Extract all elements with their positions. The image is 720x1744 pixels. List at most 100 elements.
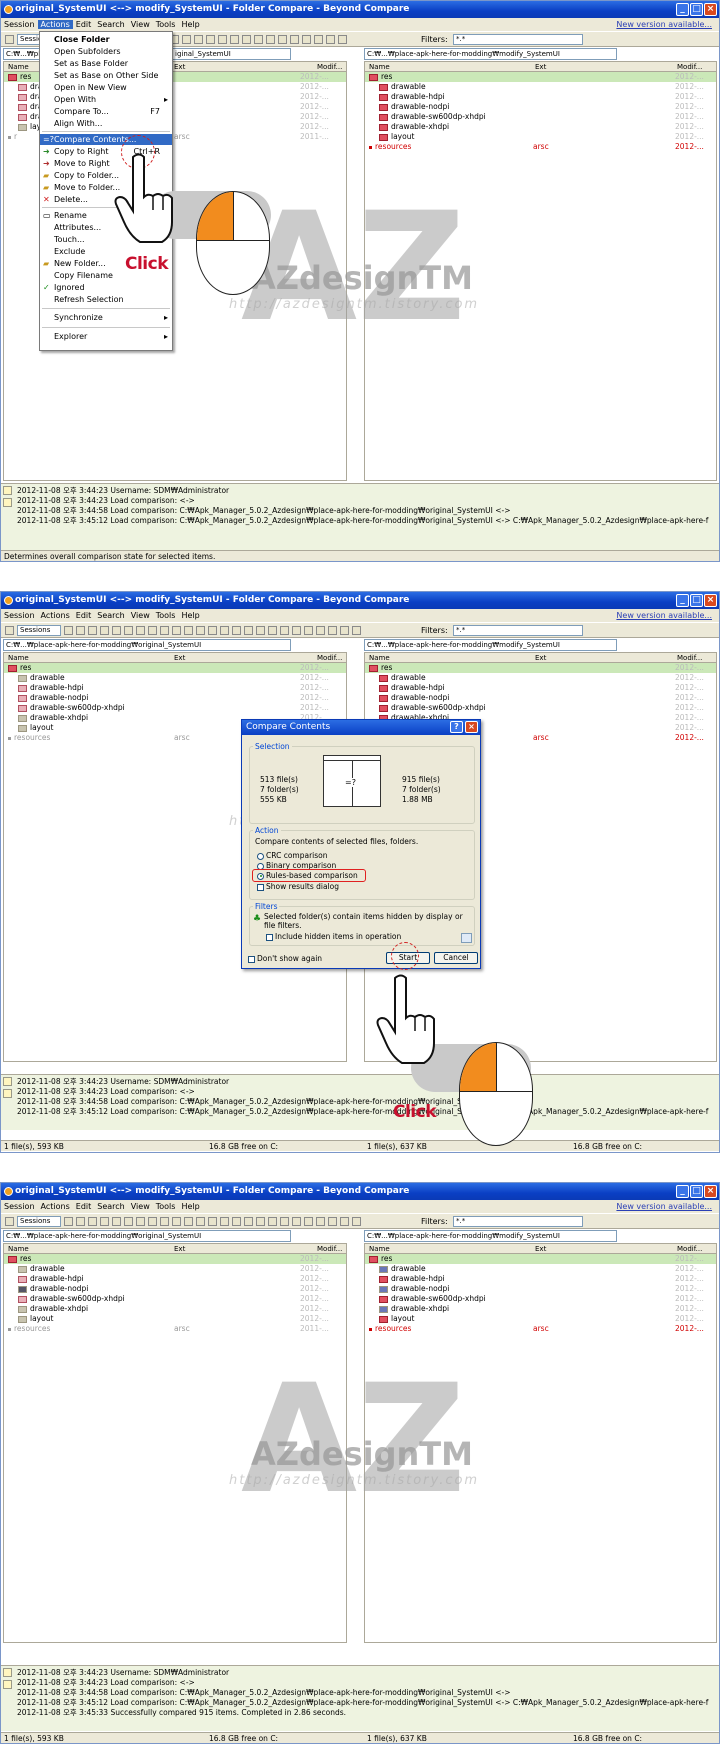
tree-row[interactable]: drawable 2012-...	[4, 1264, 346, 1274]
log-save-icon[interactable]	[3, 1680, 12, 1689]
sessions-dropdown[interactable]: Sessions	[17, 1215, 61, 1227]
column-name[interactable]: Name	[8, 62, 29, 72]
menu-session[interactable]: Session	[1, 1202, 38, 1211]
menu-actions[interactable]: Actions	[38, 611, 73, 620]
menu-edit[interactable]: Edit	[73, 1202, 95, 1211]
left-path-input[interactable]: C:₩...₩place-apk-here-for-modding₩origin…	[3, 639, 291, 651]
column-ext[interactable]: Ext	[535, 653, 546, 663]
toolbar-button[interactable]	[124, 625, 133, 635]
column-modified[interactable]: Modif...	[677, 1244, 702, 1254]
toolbar-button[interactable]	[148, 1216, 157, 1226]
toolbar-button[interactable]	[340, 1216, 349, 1226]
toolbar-button[interactable]	[100, 625, 109, 635]
column-modified[interactable]: Modif...	[317, 653, 342, 663]
toolbar-button[interactable]	[230, 34, 239, 44]
maximize-button[interactable]: □	[690, 3, 703, 16]
toolbar-button[interactable]	[316, 1216, 325, 1226]
toolbar-button[interactable]	[328, 1216, 337, 1226]
log-save-icon[interactable]	[3, 1089, 12, 1098]
menu-search[interactable]: Search	[94, 611, 127, 620]
new-version-link[interactable]: New version available...	[613, 609, 715, 622]
toolbar-button[interactable]	[220, 1216, 229, 1226]
tree-row-root[interactable]: res 2012-...	[4, 663, 346, 673]
toolbar-button[interactable]	[244, 1216, 253, 1226]
menu-tools[interactable]: Tools	[153, 20, 179, 29]
toolbar-button[interactable]	[218, 34, 227, 44]
filters-input[interactable]: *.*	[453, 1216, 583, 1227]
home-icon[interactable]	[5, 1216, 14, 1226]
maximize-button[interactable]: □	[690, 594, 703, 607]
menu-help[interactable]: Help	[178, 1202, 202, 1211]
filters-input[interactable]: *.*	[453, 34, 583, 45]
menu-session[interactable]: Session	[1, 611, 38, 620]
toolbar-button[interactable]	[196, 625, 205, 635]
toolbar-button[interactable]	[136, 1216, 145, 1226]
menu-item-set-base-other[interactable]: Set as Base on Other Side	[40, 70, 172, 81]
left-path-input[interactable]: C:₩...₩pl	[3, 48, 43, 60]
toolbar-button[interactable]	[338, 34, 347, 44]
minimize-button[interactable]: _	[676, 594, 689, 607]
home-icon[interactable]	[5, 34, 14, 44]
menu-search[interactable]: Search	[94, 1202, 127, 1211]
tree-row[interactable]: drawable-nodpi 2012-...	[4, 1284, 346, 1294]
toolbar-button[interactable]	[352, 625, 361, 635]
menu-item-align-with[interactable]: Align With...	[40, 118, 172, 129]
tree-row[interactable]: drawable-sw600dp-xhdpi 2012-...	[365, 1294, 716, 1304]
tree-row[interactable]: layout2012-...	[365, 1314, 716, 1324]
menu-item-close-folder[interactable]: Close Folder	[40, 34, 172, 45]
tree-row[interactable]: drawable-nodpi 2012-...	[365, 102, 716, 112]
toolbar-button[interactable]	[254, 34, 263, 44]
toolbar-button[interactable]	[326, 34, 335, 44]
minimize-button[interactable]: _	[676, 3, 689, 16]
column-ext[interactable]: Ext	[174, 62, 185, 72]
close-button[interactable]: ×	[704, 594, 717, 607]
tree-row[interactable]: drawable-hdpi 2012-...	[365, 683, 716, 693]
column-ext[interactable]: Ext	[535, 1244, 546, 1254]
close-button[interactable]: ×	[704, 1185, 717, 1198]
toolbar-button[interactable]	[232, 1216, 241, 1226]
toolbar-button[interactable]	[196, 1216, 205, 1226]
toolbar-button[interactable]	[76, 625, 85, 635]
menu-actions[interactable]: Actions	[37, 20, 73, 29]
tree-row[interactable]: drawable-nodpi 2012-...	[365, 1284, 716, 1294]
toolbar-button[interactable]	[242, 34, 251, 44]
filter-settings-button[interactable]	[461, 933, 472, 943]
toolbar-button[interactable]	[194, 34, 203, 44]
maximize-button[interactable]: □	[690, 1185, 703, 1198]
toolbar-button[interactable]	[182, 34, 191, 44]
dialog-close-button[interactable]: ×	[465, 721, 478, 733]
toolbar-button[interactable]	[88, 1216, 97, 1226]
menu-item-ignored[interactable]: ✓ Ignored	[40, 282, 172, 293]
toolbar-button[interactable]	[280, 625, 289, 635]
right-path-input[interactable]: C:₩...₩place-apk-here-for-modding₩modify…	[364, 1230, 617, 1242]
column-name[interactable]: Name	[8, 1244, 29, 1254]
column-modified[interactable]: Modif...	[317, 62, 342, 72]
tree-row[interactable]: layout2012-...	[4, 1314, 346, 1324]
tree-row[interactable]: drawable-xhdpi 2012-...	[365, 1304, 716, 1314]
toolbar-button[interactable]	[266, 34, 275, 44]
menu-view[interactable]: View	[128, 611, 153, 620]
column-name[interactable]: Name	[369, 653, 390, 663]
tree-row-root[interactable]: res 2012-...	[4, 1254, 346, 1264]
menu-item-open-new-view[interactable]: Open in New View	[40, 82, 172, 93]
tree-row[interactable]: drawable-nodpi 2012-...	[4, 693, 346, 703]
help-button[interactable]: ?	[450, 721, 463, 733]
new-version-link[interactable]: New version available...	[613, 18, 715, 31]
toolbar-button[interactable]	[268, 1216, 277, 1226]
left-path-input[interactable]: C:₩...₩place-apk-here-for-modding₩origin…	[3, 1230, 291, 1242]
tree-row[interactable]: drawable 2012-...	[365, 82, 716, 92]
toolbar-button[interactable]	[220, 625, 229, 635]
toolbar-button[interactable]	[172, 1216, 181, 1226]
column-name[interactable]: Name	[369, 1244, 390, 1254]
toolbar-button[interactable]	[352, 1216, 361, 1226]
menu-item-explorer[interactable]: Explorer ▸	[40, 331, 172, 342]
toolbar-button[interactable]	[290, 34, 299, 44]
menu-edit[interactable]: Edit	[73, 611, 95, 620]
toolbar-button[interactable]	[148, 625, 157, 635]
menu-session[interactable]: Session	[1, 20, 38, 29]
toolbar-button[interactable]	[208, 1216, 217, 1226]
toolbar-button[interactable]	[172, 625, 181, 635]
toolbar-button[interactable]	[244, 625, 253, 635]
menu-tools[interactable]: Tools	[153, 1202, 179, 1211]
toolbar-button[interactable]	[208, 625, 217, 635]
